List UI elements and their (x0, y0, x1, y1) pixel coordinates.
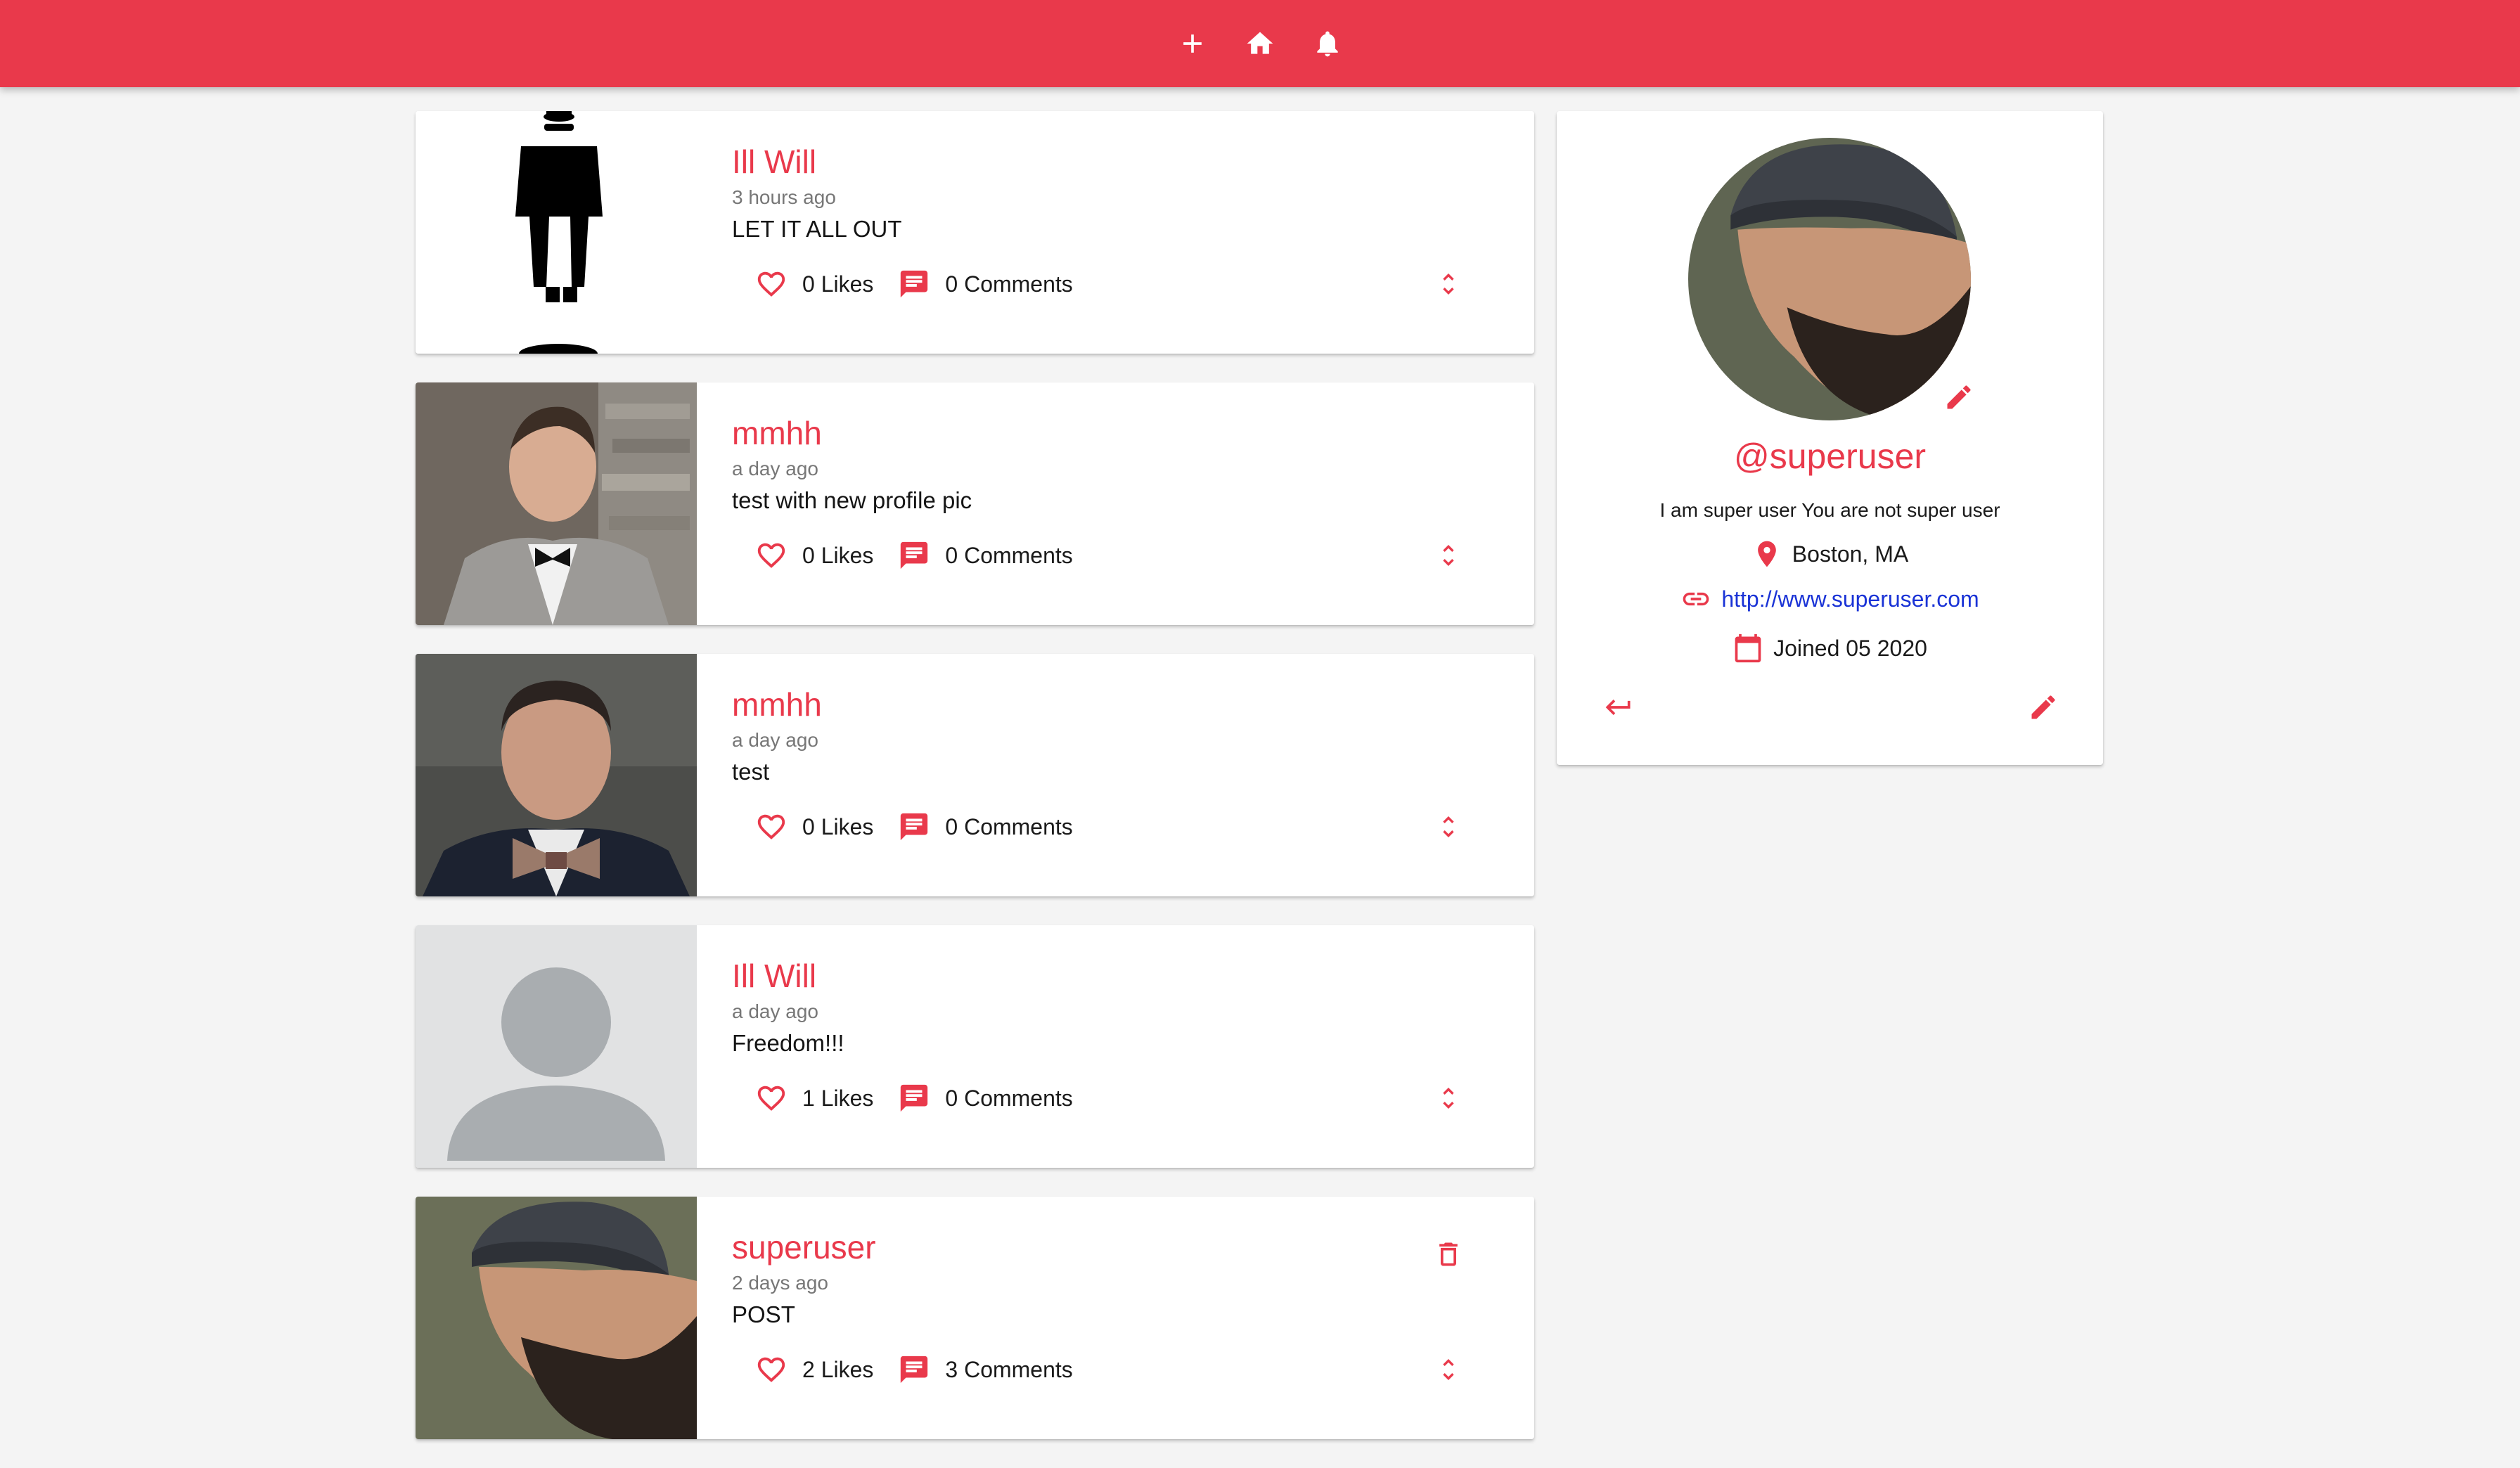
location-pin-icon (1757, 541, 1776, 567)
profile-website-link[interactable]: http://www.superuser.com (1721, 586, 1979, 612)
pencil-icon (1947, 385, 1971, 409)
comment-icon (901, 541, 928, 569)
post-feed: Ill Will 3 hours ago LET IT ALL OUT 0 Li… (416, 111, 1534, 1468)
edit-avatar-button[interactable] (1936, 375, 1981, 420)
comment-icon (901, 1356, 928, 1384)
likes-count: 2 Likes (802, 1356, 874, 1382)
heart-outline-icon (757, 543, 785, 568)
plus-icon (1183, 34, 1202, 53)
post-card: superuser 2 days ago POST 2 Likes 3 Comm… (416, 1197, 1534, 1439)
comments-button[interactable] (889, 1073, 939, 1123)
post-author-image (416, 382, 697, 625)
comments-button[interactable] (889, 801, 939, 852)
likes-count: 0 Likes (802, 542, 874, 568)
like-button[interactable] (746, 1073, 797, 1123)
likes-count: 1 Likes (802, 1085, 874, 1111)
profile-joined: Joined 05 2020 (1557, 633, 2103, 664)
expand-post-button[interactable] (1425, 803, 1472, 851)
comments-button[interactable] (889, 530, 939, 581)
unfold-more-icon (1443, 816, 1454, 837)
post-author-link[interactable]: Ill Will (732, 143, 1478, 181)
profile-avatar (1688, 138, 1971, 420)
post-timestamp: 2 days ago (732, 1271, 828, 1294)
comment-icon (901, 270, 928, 298)
unfold-more-icon (1443, 1359, 1454, 1380)
keyboard-return-icon (1605, 700, 1631, 715)
calendar-icon (1735, 633, 1761, 663)
post-card: mmhh a day ago test 0 Likes 0 Comments (416, 654, 1534, 896)
profile-card: @superuser I am super user You are not s… (1557, 111, 2103, 765)
heart-outline-icon (757, 1357, 785, 1382)
unfold-more-icon (1443, 1088, 1454, 1109)
pencil-icon (2031, 695, 2055, 719)
notifications-button[interactable] (1294, 10, 1361, 77)
post-actions: 0 Likes 0 Comments (746, 530, 1088, 581)
profile-location-text: Boston, MA (1792, 541, 1909, 567)
comments-count: 3 Comments (945, 1356, 1073, 1382)
post-body: LET IT ALL OUT (732, 215, 902, 242)
logout-button[interactable] (1590, 679, 1647, 735)
bell-icon (1317, 31, 1338, 57)
post-author-link[interactable]: superuser (732, 1229, 1478, 1266)
expand-post-button[interactable] (1425, 1074, 1472, 1122)
delete-post-button[interactable] (1425, 1230, 1472, 1278)
expand-post-button[interactable] (1425, 1346, 1472, 1393)
post-timestamp: 3 hours ago (732, 186, 836, 208)
link-icon (1683, 592, 1709, 606)
comment-icon (901, 1084, 928, 1112)
post-body: POST (732, 1301, 795, 1327)
post-author-link[interactable]: mmhh (732, 415, 1478, 452)
profile-location: Boston, MA (1557, 539, 2103, 569)
post-author-image (416, 654, 697, 896)
heart-outline-icon (757, 1086, 785, 1111)
profile-joined-text: Joined 05 2020 (1773, 635, 1927, 661)
likes-count: 0 Likes (802, 813, 874, 839)
post-timestamp: a day ago (732, 1000, 818, 1022)
post-author-image (416, 925, 697, 1168)
comments-count: 0 Comments (945, 271, 1073, 297)
post-actions: 0 Likes 0 Comments (746, 801, 1088, 852)
post-author-image (416, 111, 697, 354)
post-author-link[interactable]: Ill Will (732, 958, 1478, 995)
post-card: Ill Will 3 hours ago LET IT ALL OUT 0 Li… (416, 111, 1534, 354)
top-app-bar (0, 0, 2520, 87)
comment-icon (901, 813, 928, 841)
comments-button[interactable] (889, 259, 939, 309)
edit-profile-button[interactable] (2015, 679, 2071, 735)
comments-count: 0 Comments (945, 1085, 1073, 1111)
post-actions: 1 Likes 0 Comments (746, 1073, 1088, 1123)
post-card: mmhh a day ago test with new profile pic… (416, 382, 1534, 625)
post-body: test with new profile pic (732, 487, 972, 513)
post-body: test (732, 758, 770, 785)
home-button[interactable] (1226, 10, 1294, 77)
comments-button[interactable] (889, 1344, 939, 1395)
post-author-link[interactable]: mmhh (732, 686, 1478, 723)
heart-outline-icon (757, 814, 785, 839)
like-button[interactable] (746, 259, 797, 309)
post-actions: 2 Likes 3 Comments (746, 1344, 1088, 1395)
comments-count: 0 Comments (945, 542, 1073, 568)
trash-icon (1439, 1242, 1458, 1266)
unfold-more-icon (1443, 545, 1454, 566)
post-timestamp: a day ago (732, 457, 818, 479)
post-author-image (416, 1197, 697, 1439)
profile-handle-link[interactable]: @superuser (1557, 436, 2103, 477)
profile-website: http://www.superuser.com (1557, 584, 2103, 614)
like-button[interactable] (746, 801, 797, 852)
like-button[interactable] (746, 530, 797, 581)
profile-bio: I am super user You are not super user (1659, 499, 2000, 521)
home-icon (1247, 32, 1273, 54)
heart-outline-icon (757, 271, 785, 297)
expand-post-button[interactable] (1425, 260, 1472, 308)
like-button[interactable] (746, 1344, 797, 1395)
post-actions: 0 Likes 0 Comments (746, 259, 1088, 309)
comments-count: 0 Comments (945, 813, 1073, 839)
post-timestamp: a day ago (732, 728, 818, 751)
expand-post-button[interactable] (1425, 532, 1472, 579)
likes-count: 0 Likes (802, 271, 874, 297)
post-card: Ill Will a day ago Freedom!!! 1 Likes 0 … (416, 925, 1534, 1168)
post-body: Freedom!!! (732, 1029, 844, 1056)
unfold-more-icon (1443, 273, 1454, 295)
create-post-button[interactable] (1159, 10, 1226, 77)
